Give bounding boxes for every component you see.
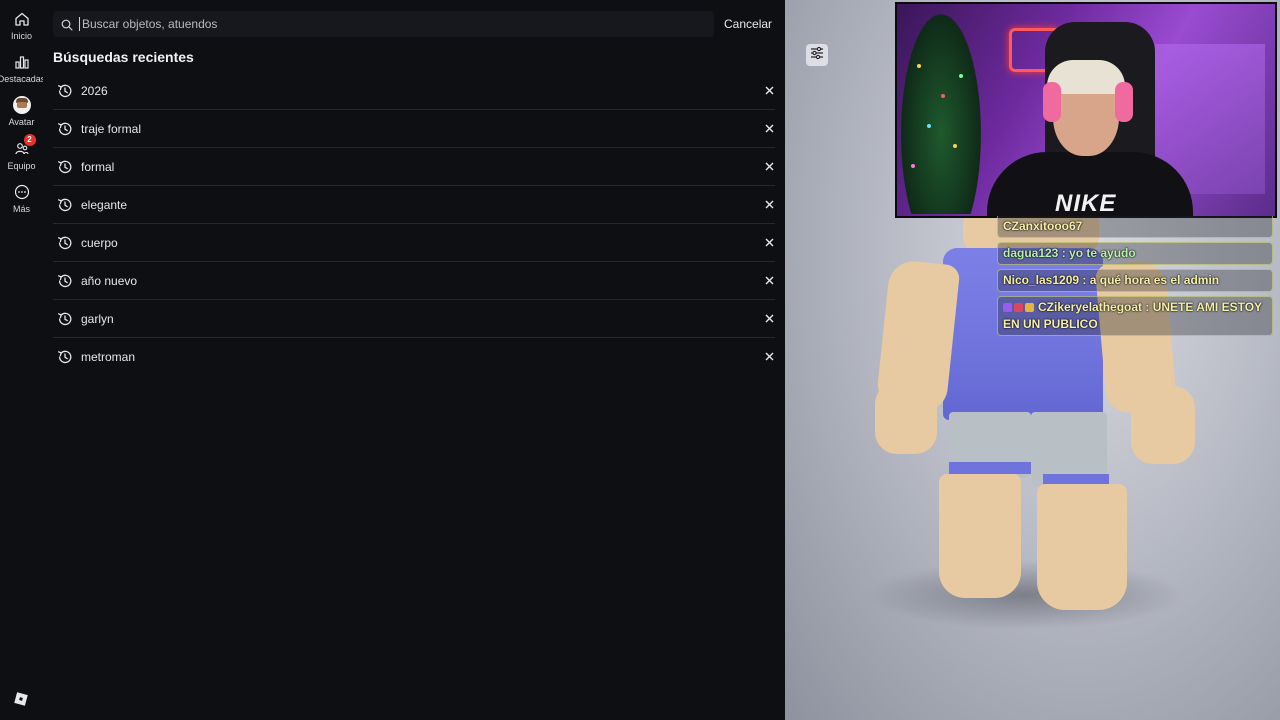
avatar-right-leg [1037,484,1127,610]
recent-search-text: año nuevo [81,273,138,288]
nav-label: Inicio [10,31,32,41]
tree-light [917,64,921,68]
left-nav-rail: Inicio Destacadas Avatar 2 Equipo Más [0,0,46,720]
tree-light [941,94,945,98]
recent-search-text: 2026 [81,83,108,98]
close-icon [765,82,774,100]
cancel-button[interactable]: Cancelar [724,17,772,31]
avatar-left-leg [939,474,1021,598]
history-icon [57,349,73,365]
nav-label: Destacadas [0,74,46,84]
remove-search-button[interactable] [763,237,775,249]
more-icon [13,183,31,201]
recent-search-text: cuerpo [81,235,118,250]
stream-chat-overlay: CZanxitooo67 dagua123 : yo te ayudo Nico_l… [997,216,1273,340]
team-icon: 2 [13,134,36,158]
close-icon [765,234,774,252]
nav-label: Equipo [7,161,36,171]
recent-search-item[interactable]: garlyn [53,300,775,338]
nav-item-destacadas[interactable]: Destacadas [0,53,46,84]
search-panel: Cancelar Búsquedas recientes 2026 traje f… [43,0,785,720]
history-icon [57,121,73,137]
remove-search-button[interactable] [763,161,775,173]
history-icon [57,235,73,251]
recent-search-item[interactable]: cuerpo [53,224,775,262]
history-icon [57,197,73,213]
app-root: Inicio Destacadas Avatar 2 Equipo Más Bu… [0,0,1280,720]
history-icon [57,83,73,99]
recent-search-text: metroman [81,350,136,364]
recent-search-item[interactable]: año nuevo [53,262,775,300]
headphone-right [1115,82,1133,122]
close-icon [765,272,774,290]
recent-searches-list: 2026 traje formal formal elegante cuerpo año … [53,72,775,376]
webcam-overlay: NIKE [895,2,1277,218]
close-icon [765,120,774,138]
search-bar [53,11,714,37]
chat-message: CZikeryelathegoat : UNETE AMI ESTOY EN U… [997,296,1273,336]
chart-icon [13,53,31,71]
avatar-right-hand [1131,386,1195,464]
sliders-icon [810,46,824,65]
nav-label: Avatar [8,117,35,127]
history-icon [57,159,73,175]
avatar-left-shorts-band [949,462,1031,474]
recent-search-text: formal [81,159,115,174]
recent-search-text: traje formal [81,121,142,136]
recent-search-item[interactable]: 2026 [53,72,775,110]
chat-username: CZanxitooo67 [1003,219,1083,233]
remove-search-button[interactable] [763,85,775,97]
chat-message: dagua123 : yo te ayudo [997,242,1273,265]
nav-item-avatar[interactable]: Avatar [0,96,43,127]
remove-search-button[interactable] [763,123,775,135]
recent-search-text: garlyn [81,311,114,326]
remove-search-button[interactable] [763,199,775,211]
tree-light [911,164,915,168]
recent-search-text: elegante [81,197,128,212]
history-icon [57,311,73,327]
nav-item-equipo[interactable]: 2 Equipo [0,134,43,171]
tree-light [953,144,957,148]
recent-search-item[interactable]: metroman [53,338,775,376]
nav-item-inicio[interactable]: Inicio [0,10,43,41]
remove-search-button[interactable] [763,313,775,325]
home-icon [13,10,31,28]
close-icon [765,196,774,214]
chat-username: CZikeryelathegoat [1038,300,1143,314]
chat-username: Nico_las1209 [1003,273,1080,287]
avatar-left-hand [875,382,937,454]
filter-settings-button[interactable] [806,44,828,66]
floor-shadow [865,560,1185,630]
christmas-tree [901,14,981,214]
recent-searches-title: Búsquedas recientes [53,49,194,65]
remove-search-button[interactable] [763,275,775,287]
tree-light [927,124,931,128]
chat-text: : a qué hora es el admin [1079,273,1220,287]
shirt-logo-text: NIKE [1055,190,1117,217]
close-icon [765,158,774,176]
chat-username: dagua123 [1003,246,1059,260]
recent-search-item[interactable]: traje formal [53,110,775,148]
roblox-logo-icon[interactable] [14,692,28,706]
chat-message: CZanxitooo67 [997,216,1273,238]
close-icon [765,348,774,366]
search-input[interactable] [79,17,714,31]
recent-search-item[interactable]: elegante [53,186,775,224]
remove-search-button[interactable] [763,351,775,363]
nav-label: Más [12,204,30,214]
recent-search-item[interactable]: formal [53,148,775,186]
nav-item-mas[interactable]: Más [0,183,43,214]
search-icon [61,18,73,31]
notification-badge: 2 [23,134,36,146]
headphone-left [1043,82,1061,122]
history-icon [57,273,73,289]
avatar-icon [12,96,31,114]
chat-text: : yo te ayudo [1058,246,1136,260]
chat-badge-icons [1003,303,1034,312]
chat-message: Nico_las1209 : a qué hora es el admin [997,269,1273,292]
tree-light [959,74,963,78]
close-icon [765,310,774,328]
